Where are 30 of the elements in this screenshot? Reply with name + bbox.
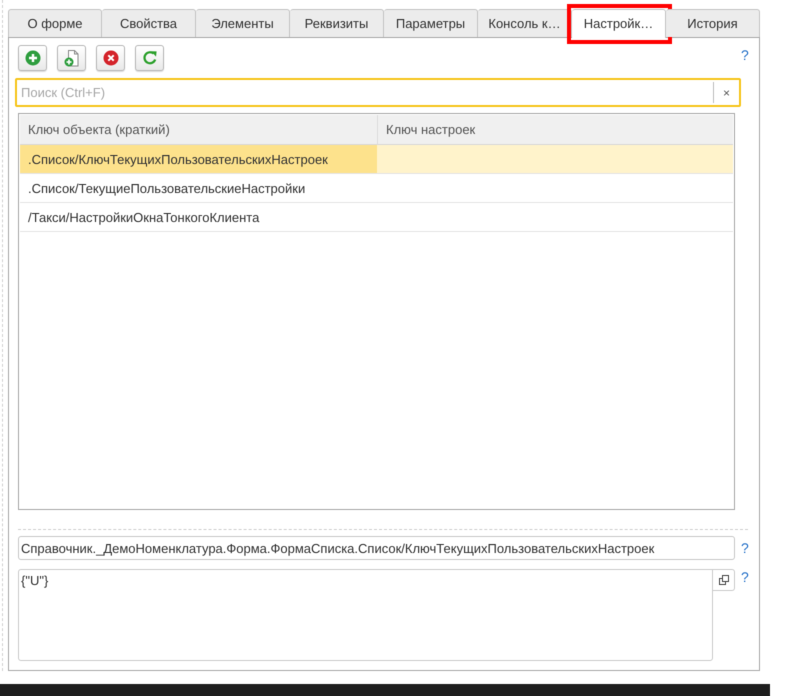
tab[interactable]: Элементы [196,9,290,37]
open-window-button[interactable] [713,569,735,591]
tab[interactable]: Консоль к… [478,9,572,37]
table-cell-text: /Такси/НастройкиОкнаТонкогоКлиента [27,208,260,227]
tab[interactable]: История [666,9,760,37]
refresh-icon [142,50,158,66]
tab[interactable]: О форме [8,9,102,37]
add-icon [24,50,40,66]
tab[interactable]: Параметры [384,9,478,37]
tab[interactable]: Настройк… [572,9,666,38]
tab[interactable]: Реквизиты [290,9,384,37]
tab[interactable]: Свойства [102,9,196,37]
help-link[interactable]: ? [741,48,749,62]
delete-icon [102,50,118,66]
table-row[interactable]: .Список/КлючТекущихПользовательскихНастроек [20,145,733,174]
settings-key-field[interactable]: Справочник._ДемоНоменклатура.Форма.ФормаСписка.Список/КлючТекущихПользовательскихНастроек [18,536,735,560]
table-cell: .Список/КлючТекущихПользовательскихНастроек [20,145,377,173]
copy-button[interactable] [57,45,86,71]
help-link[interactable]: ? [741,570,749,584]
search-field[interactable]: Поиск (Ctrl+F) × [15,78,741,107]
settings-value-field[interactable]: {"U"} [18,569,713,661]
table-cell-text: .Список/ТекущиеПользовательскиеНастройки [27,180,306,198]
refresh-button[interactable] [135,45,164,71]
help-link[interactable]: ? [741,541,749,555]
add-button[interactable] [18,45,47,71]
column-header[interactable]: Ключ объекта (краткий) [20,115,378,145]
column-header[interactable]: Ключ настроек [378,115,733,145]
delete-button[interactable] [96,45,125,71]
new-document-icon [64,50,80,66]
open-window-icon [718,575,728,585]
